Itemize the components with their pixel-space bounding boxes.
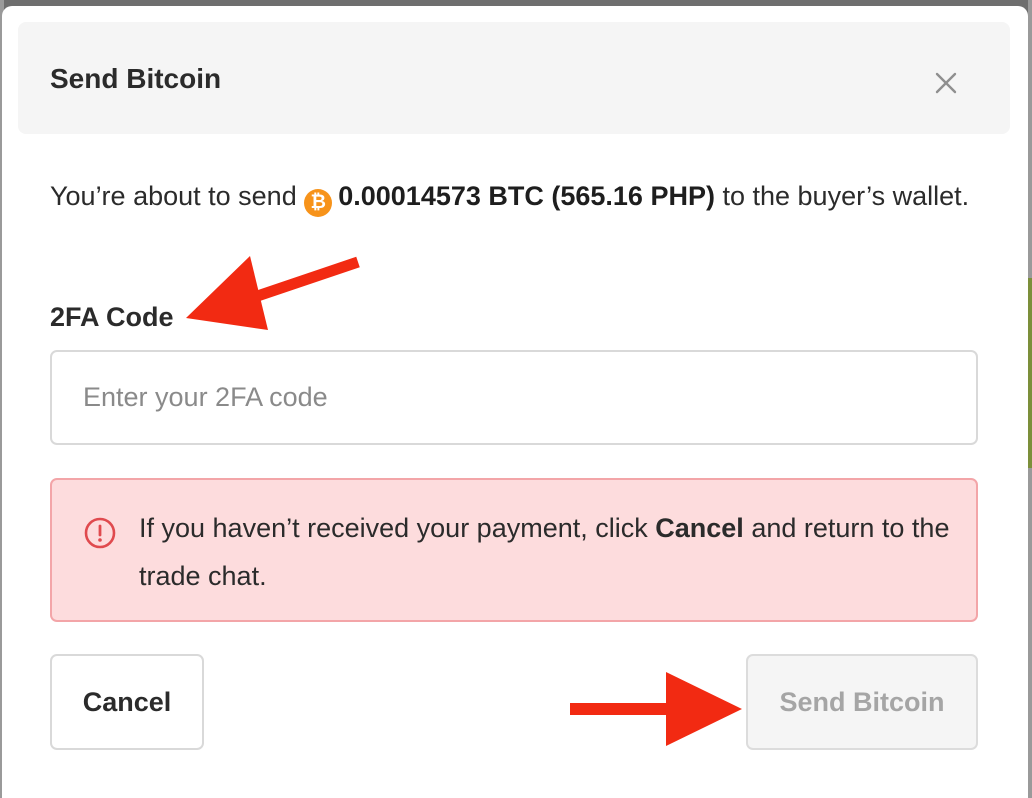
close-button[interactable]: [931, 68, 961, 98]
warning-text-emphasis: Cancel: [655, 513, 744, 543]
payment-warning-text: If you haven’t received your payment, cl…: [139, 504, 959, 600]
annotation-arrow-2fa: [186, 256, 360, 330]
cancel-button[interactable]: Cancel: [50, 654, 204, 750]
close-icon: [935, 72, 957, 94]
send-summary: You’re about to send ₿ 0.00014573 BTC (56…: [50, 172, 980, 220]
send-amount: 0.00014573 BTC (565.16 PHP): [338, 181, 715, 211]
dialog-header: Send Bitcoin: [18, 22, 1010, 134]
twofa-code-input[interactable]: [50, 350, 978, 445]
annotation-arrow-send: [570, 672, 742, 746]
send-bitcoin-button[interactable]: Send Bitcoin: [746, 654, 978, 750]
backdrop-edge-accent: [1028, 278, 1032, 468]
dialog-title: Send Bitcoin: [50, 63, 222, 94]
payment-warning-alert: If you haven’t received your payment, cl…: [50, 478, 978, 622]
send-summary-prefix: You’re about to send: [50, 181, 297, 211]
send-summary-suffix: to the buyer’s wallet.: [722, 181, 970, 211]
warning-text-before: If you haven’t received your payment, cl…: [139, 513, 648, 543]
twofa-label: 2FA Code: [50, 302, 174, 332]
info-circle-icon: [83, 516, 117, 550]
bitcoin-icon: ₿: [304, 189, 333, 217]
send-bitcoin-dialog: Send Bitcoin You’re about to send ₿ 0.000…: [2, 6, 1028, 798]
